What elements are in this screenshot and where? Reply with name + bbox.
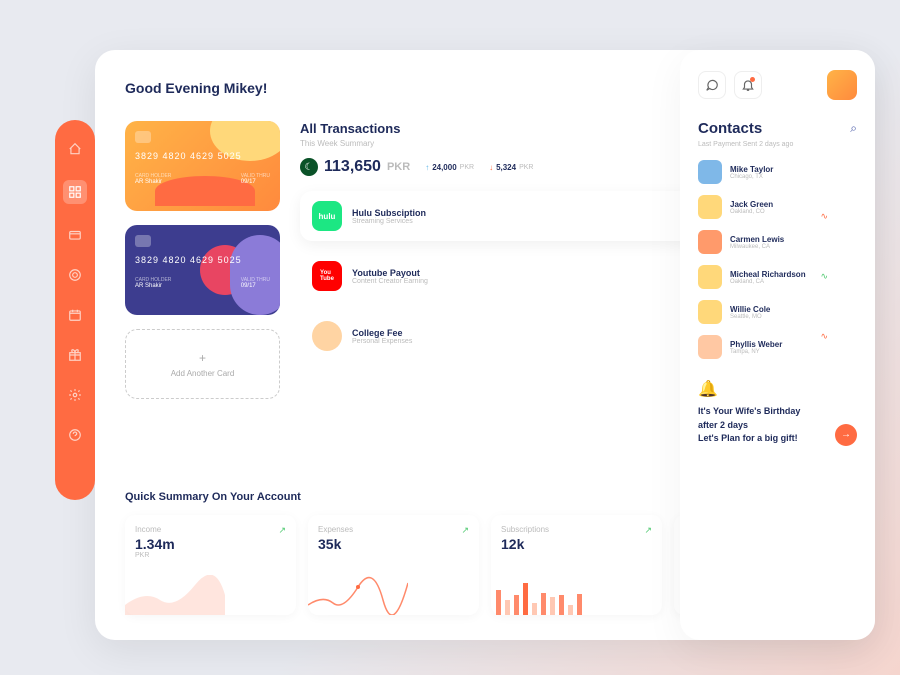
contact-avatar bbox=[698, 195, 722, 219]
right-panel: Contacts ⌕ Last Payment Sent 2 days ago … bbox=[680, 50, 875, 640]
contact-name: Micheal Richardson bbox=[730, 270, 857, 279]
sidebar-target[interactable] bbox=[66, 266, 84, 284]
birthday-action-button[interactable]: → bbox=[835, 424, 857, 446]
add-card-button[interactable]: + Add Another Card bbox=[125, 329, 280, 399]
arrow-down-icon: ↓ bbox=[489, 163, 493, 172]
contact-name: Carmen Lewis bbox=[730, 235, 857, 244]
balance-currency: PKR bbox=[387, 161, 410, 173]
chat-button[interactable] bbox=[698, 71, 726, 99]
sidebar-help[interactable] bbox=[66, 426, 84, 444]
contact-avatar bbox=[698, 160, 722, 184]
contact-item[interactable]: Phyllis WeberTampa, NY bbox=[698, 335, 857, 359]
cards-column: 3829 4820 4629 5025 CARD HOLDERAR Shakir… bbox=[125, 121, 280, 476]
bar-chart bbox=[491, 575, 591, 615]
arrow-up-icon: ↑ bbox=[425, 163, 429, 172]
summary-title: Quick Summary On Your Account bbox=[125, 491, 301, 503]
summary-card-income[interactable]: Income 1.34m PKR ↗ bbox=[125, 515, 296, 615]
credit-card-1[interactable]: 3829 4820 4629 5025 CARD HOLDERAR Shakir… bbox=[125, 121, 280, 211]
contact-location: Tampa, NY bbox=[730, 349, 857, 355]
bell-ring-icon: 🔔 bbox=[698, 379, 857, 399]
notification-dot bbox=[750, 77, 755, 82]
credit-card-2[interactable]: 3829 4820 4629 5025 CARD HOLDERAR Shakir… bbox=[125, 225, 280, 315]
contact-avatar bbox=[698, 230, 722, 254]
avatar-icon bbox=[312, 321, 342, 351]
card-number: 3829 4820 4629 5025 bbox=[135, 151, 270, 161]
contact-name: Phyllis Weber bbox=[730, 340, 857, 349]
bell-button[interactable] bbox=[734, 71, 762, 99]
contact-item[interactable]: Jack GreenOakland, CO bbox=[698, 195, 857, 219]
sidebar-calendar[interactable] bbox=[66, 306, 84, 324]
contact-location: Milwaukee, CA bbox=[730, 244, 857, 250]
sidebar-wallet[interactable] bbox=[66, 226, 84, 244]
area-chart bbox=[125, 575, 225, 615]
contact-item[interactable]: Willie ColeSeattle, MO bbox=[698, 300, 857, 324]
contact-item[interactable]: Carmen LewisMilwaukee, CA bbox=[698, 230, 857, 254]
contact-avatar bbox=[698, 265, 722, 289]
contacts-title: Contacts bbox=[698, 120, 762, 137]
contact-item[interactable]: Mike TaylorChicago, TX bbox=[698, 160, 857, 184]
contact-location: Oakland, CO bbox=[730, 209, 857, 215]
sidebar-settings[interactable] bbox=[66, 386, 84, 404]
trend-up-icon: ↗ bbox=[461, 525, 469, 536]
line-chart bbox=[308, 575, 408, 615]
contact-name: Mike Taylor bbox=[730, 165, 857, 174]
contacts-subtitle: Last Payment Sent 2 days ago bbox=[698, 141, 857, 148]
transactions-subtitle: This Week Summary bbox=[300, 139, 400, 148]
youtube-icon: YouTube bbox=[312, 261, 342, 291]
sidebar-gift[interactable] bbox=[66, 346, 84, 364]
sidebar-grid[interactable] bbox=[63, 180, 87, 204]
contact-item[interactable]: Micheal RichardsonOakland, CA bbox=[698, 265, 857, 289]
summary-card-subscriptions[interactable]: Subscriptions 12k ↗ bbox=[491, 515, 662, 615]
contacts-list: Mike TaylorChicago, TXJack GreenOakland,… bbox=[698, 160, 857, 359]
contact-name: Willie Cole bbox=[730, 305, 857, 314]
search-icon[interactable]: ⌕ bbox=[850, 121, 857, 136]
contact-avatar bbox=[698, 300, 722, 324]
sidebar-home[interactable] bbox=[66, 140, 84, 158]
contact-location: Oakland, CA bbox=[730, 279, 857, 285]
contact-avatar bbox=[698, 335, 722, 359]
greeting: Good Evening Mikey! bbox=[125, 80, 267, 96]
user-avatar[interactable] bbox=[827, 70, 857, 100]
sidebar bbox=[55, 120, 95, 500]
contact-location: Seattle, MO bbox=[730, 314, 857, 320]
card-chip-icon bbox=[135, 131, 151, 143]
contact-name: Jack Green bbox=[730, 200, 857, 209]
hulu-icon: hulu bbox=[312, 201, 342, 231]
contact-location: Chicago, TX bbox=[730, 174, 857, 180]
trend-up-icon: ↗ bbox=[644, 525, 652, 536]
plus-icon: + bbox=[199, 351, 206, 365]
transactions-title: All Transactions bbox=[300, 121, 400, 136]
add-card-label: Add Another Card bbox=[171, 369, 235, 378]
trend-up-icon: ↗ bbox=[278, 525, 286, 536]
card-number: 3829 4820 4629 5025 bbox=[135, 255, 270, 265]
summary-card-expenses[interactable]: Expenses 35k ↗ bbox=[308, 515, 479, 615]
birthday-widget: 🔔 It's Your Wife's Birthday after 2 days… bbox=[698, 379, 857, 446]
card-chip-icon bbox=[135, 235, 151, 247]
balance-amount: 113,650 bbox=[324, 158, 381, 176]
flag-icon: ☾ bbox=[300, 158, 318, 176]
